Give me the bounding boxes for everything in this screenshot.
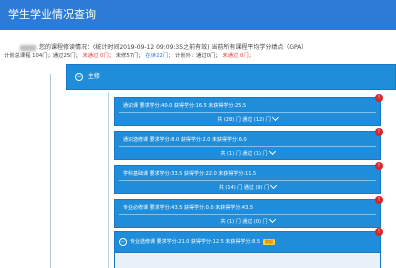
collapse-toggle-icon[interactable]: − bbox=[75, 72, 83, 81]
course-category-card[interactable]: 学科基础课 要求学分:33.5 获得学分:22.0 未获得学分:11.5 共 (… bbox=[114, 162, 383, 194]
page-header: 学生学业情况查询 bbox=[0, 0, 396, 30]
alert-badge-icon: ! bbox=[375, 128, 383, 136]
alert-badge-icon: ! bbox=[375, 162, 383, 170]
card-count-row[interactable]: 共 (14) 门 通过 (9) 门 bbox=[115, 181, 380, 192]
chevron-down-icon[interactable] bbox=[271, 113, 279, 122]
course-category-card-expanded[interactable]: − 专业选修课 要求学分:21.0 获得学分:12.5 未获得学分:8.5 收起 ! bbox=[114, 228, 383, 253]
summary-extra-failed: 未通过 0门； bbox=[222, 53, 254, 59]
card-divider bbox=[119, 146, 376, 147]
redacted-name bbox=[20, 44, 36, 51]
card-count-text: 共 (1) 门 通过 (1) 门 bbox=[220, 151, 268, 157]
chevron-down-icon[interactable] bbox=[268, 215, 276, 224]
summary-in-progress: 在读22门； bbox=[145, 53, 174, 59]
collapse-toggle-icon[interactable]: − bbox=[119, 237, 127, 246]
card-count-text: 共 (1) 门 通过 (0) 门 bbox=[220, 219, 268, 225]
card-count-row[interactable]: 共 (1) 门 通过 (1) 门 bbox=[115, 147, 380, 158]
chevron-down-icon[interactable] bbox=[268, 147, 276, 156]
course-category-card[interactable]: 通识选修课 要求学分:8.0 获得学分:2.0 未获得学分:6.0 共 (1) … bbox=[114, 128, 383, 160]
card-divider bbox=[119, 112, 376, 113]
page-title: 学生学业情况查询 bbox=[8, 8, 96, 21]
card-credits-text: 通识选修课 要求学分:8.0 获得学分:2.0 未获得学分:6.0 bbox=[123, 137, 247, 143]
card-count-text: 共 (14) 门 通过 (9) 门 bbox=[218, 185, 270, 191]
expanded-course-list bbox=[114, 253, 381, 268]
course-category-card[interactable]: 通识课 要求学分:40.0 获得学分:16.5 未获得学分:25.5 共 (28… bbox=[114, 94, 383, 126]
summary-plan-total: 计划总课程 104门；通过25门； bbox=[4, 53, 81, 59]
summary-stats-text: 您的课程修读情况：(统计时间2019-09-12 09:09:35之前有效) 当… bbox=[39, 44, 308, 51]
card-credits-text: 学科基础课 要求学分:33.5 获得学分:22.0 未获得学分:11.5 bbox=[123, 171, 257, 177]
card-credits-text: 专业必修课 要求学分:43.5 获得学分:0.0 未获得学分:43.5 bbox=[123, 205, 254, 211]
card-count-text: 共 (28) 门 通过 (12) 门 bbox=[217, 117, 271, 123]
tree-connector-line-2 bbox=[108, 92, 109, 268]
summary-extra-plan: 计划外：通过0门； bbox=[174, 53, 221, 59]
alert-badge-icon: ! bbox=[375, 94, 383, 102]
card-count-row[interactable]: 共 (1) 门 通过 (0) 门 bbox=[115, 215, 380, 226]
chevron-down-icon[interactable] bbox=[270, 181, 278, 190]
alert-badge-icon: ! bbox=[375, 196, 383, 204]
tree-root-major[interactable]: − 主修 bbox=[66, 64, 396, 90]
alert-badge-icon: ! bbox=[375, 228, 383, 236]
card-divider bbox=[119, 180, 376, 181]
summary-line-2: 计划总课程 104门；通过25门； 未通过 0门； 未修57门； 在读22门； … bbox=[4, 51, 396, 62]
tree-root-label: 主修 bbox=[87, 73, 100, 80]
card-credits-text: 专业选修课 要求学分:21.0 获得学分:12.5 未获得学分:8.5 bbox=[130, 239, 261, 245]
card-count-row[interactable]: 共 (28) 门 通过 (12) 门 bbox=[115, 113, 380, 124]
summary-failed: 未通过 0门； bbox=[82, 53, 115, 59]
summary-untaken: 未修57门； bbox=[115, 53, 144, 59]
card-credits-text: 通识课 要求学分:40.0 获得学分:16.5 未获得学分:25.5 bbox=[123, 103, 247, 109]
card-divider bbox=[119, 214, 376, 215]
course-category-card[interactable]: 专业必修课 要求学分:43.5 获得学分:0.0 未获得学分:43.5 共 (1… bbox=[114, 196, 383, 228]
tree-connector-line bbox=[50, 74, 51, 268]
collapse-tag-button[interactable]: 收起 bbox=[263, 238, 276, 245]
